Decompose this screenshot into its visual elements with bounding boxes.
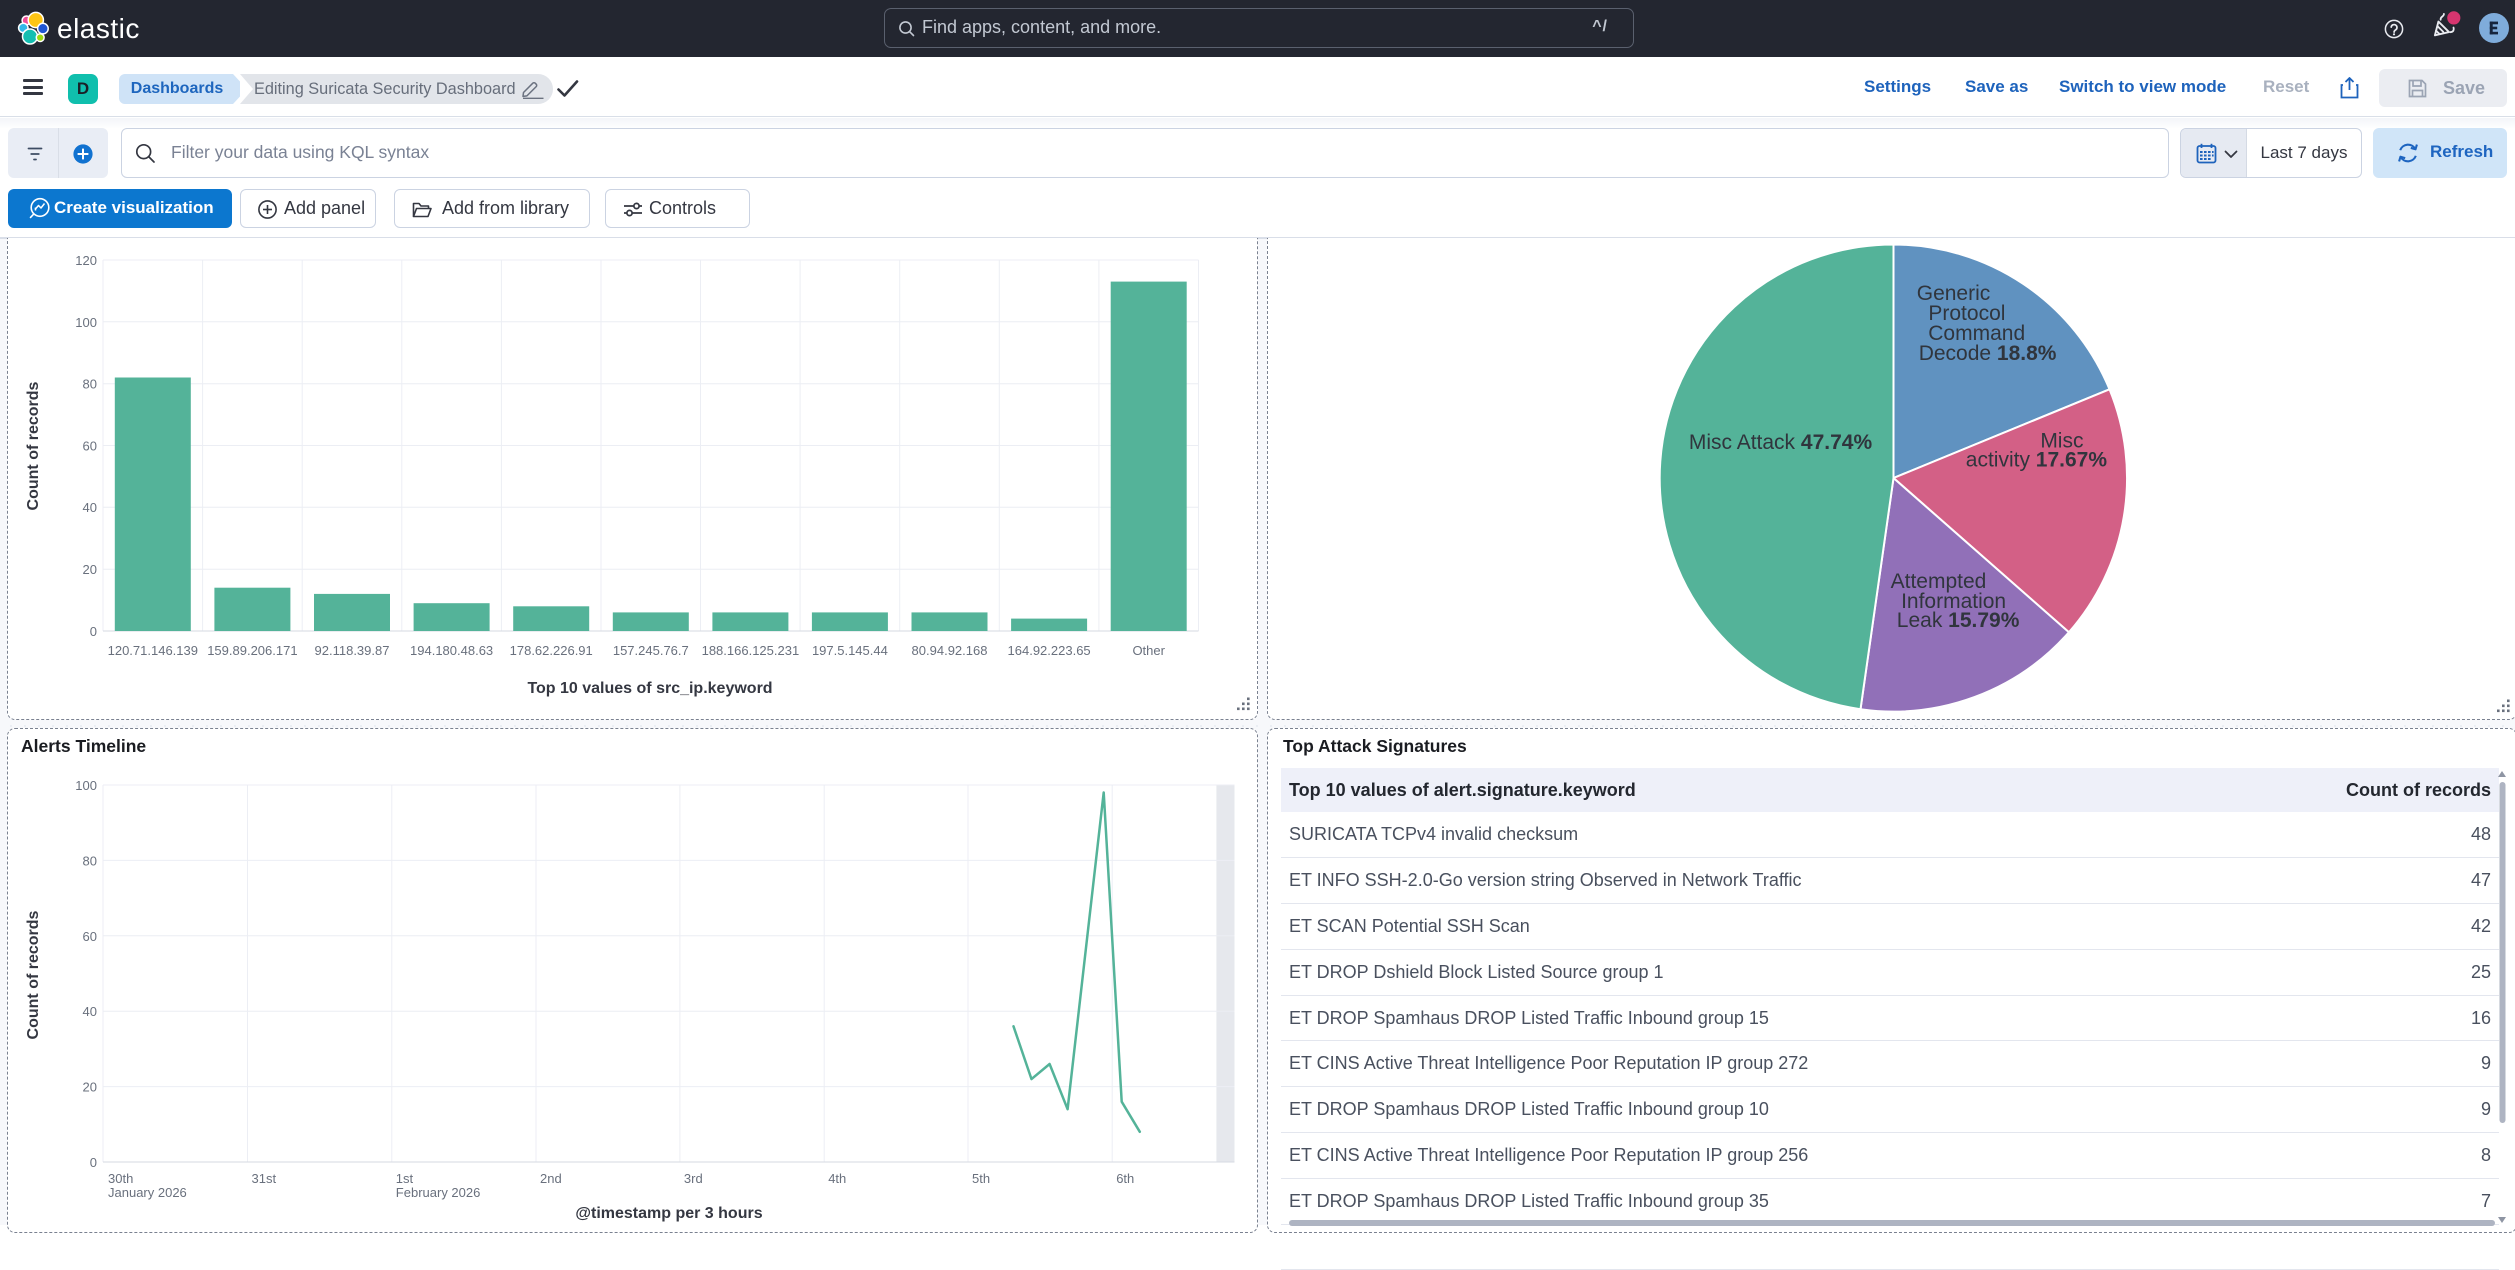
- svg-text:4th: 4th: [828, 1171, 846, 1186]
- svg-text:40: 40: [83, 500, 97, 515]
- svg-text:6th: 6th: [1116, 1171, 1134, 1186]
- svg-text:Other: Other: [1132, 643, 1165, 658]
- svg-text:92.118.39.87: 92.118.39.87: [315, 643, 390, 658]
- svg-text:80: 80: [83, 853, 97, 868]
- svg-text:@timestamp per 3 hours: @timestamp per 3 hours: [575, 1205, 762, 1222]
- svg-text:100: 100: [75, 778, 97, 793]
- svg-text:0: 0: [90, 1155, 97, 1170]
- svg-text:31st: 31st: [252, 1171, 277, 1186]
- svg-text:164.92.223.65: 164.92.223.65: [1008, 643, 1091, 658]
- svg-text:159.89.206.171: 159.89.206.171: [207, 643, 297, 658]
- svg-text:1st: 1st: [396, 1171, 414, 1186]
- svg-text:20: 20: [83, 562, 97, 577]
- svg-text:Top 10 values of src_ip.keywor: Top 10 values of src_ip.keyword: [527, 680, 772, 697]
- svg-text:3rd: 3rd: [684, 1171, 703, 1186]
- svg-text:5th: 5th: [972, 1171, 990, 1186]
- svg-text:120.71.146.139: 120.71.146.139: [108, 643, 198, 658]
- svg-text:157.245.76.7: 157.245.76.7: [613, 643, 689, 658]
- svg-text:activity 17.67%: activity 17.67%: [1966, 448, 2108, 471]
- svg-text:Count of records: Count of records: [25, 381, 42, 510]
- svg-text:197.5.145.44: 197.5.145.44: [812, 643, 888, 658]
- svg-text:February 2026: February 2026: [396, 1185, 481, 1200]
- svg-text:60: 60: [83, 439, 97, 454]
- svg-text:120: 120: [75, 253, 97, 268]
- svg-text:0: 0: [90, 624, 97, 639]
- svg-text:60: 60: [83, 929, 97, 944]
- svg-text:Decode 18.8%: Decode 18.8%: [1919, 342, 2057, 365]
- svg-text:30th: 30th: [108, 1171, 133, 1186]
- svg-text:January 2026: January 2026: [108, 1185, 187, 1200]
- svg-text:40: 40: [83, 1004, 97, 1019]
- svg-text:188.166.125.231: 188.166.125.231: [702, 643, 800, 658]
- svg-text:2nd: 2nd: [540, 1171, 562, 1186]
- svg-text:178.62.226.91: 178.62.226.91: [510, 643, 593, 658]
- svg-text:80.94.92.168: 80.94.92.168: [912, 643, 988, 658]
- svg-text:100: 100: [75, 315, 97, 330]
- svg-text:Count of records: Count of records: [25, 910, 42, 1039]
- svg-text:20: 20: [83, 1080, 97, 1095]
- svg-text:Leak 15.79%: Leak 15.79%: [1897, 609, 2020, 632]
- svg-text:194.180.48.63: 194.180.48.63: [410, 643, 493, 658]
- svg-text:Misc Attack 47.74%: Misc Attack 47.74%: [1689, 431, 1873, 454]
- svg-text:80: 80: [83, 377, 97, 392]
